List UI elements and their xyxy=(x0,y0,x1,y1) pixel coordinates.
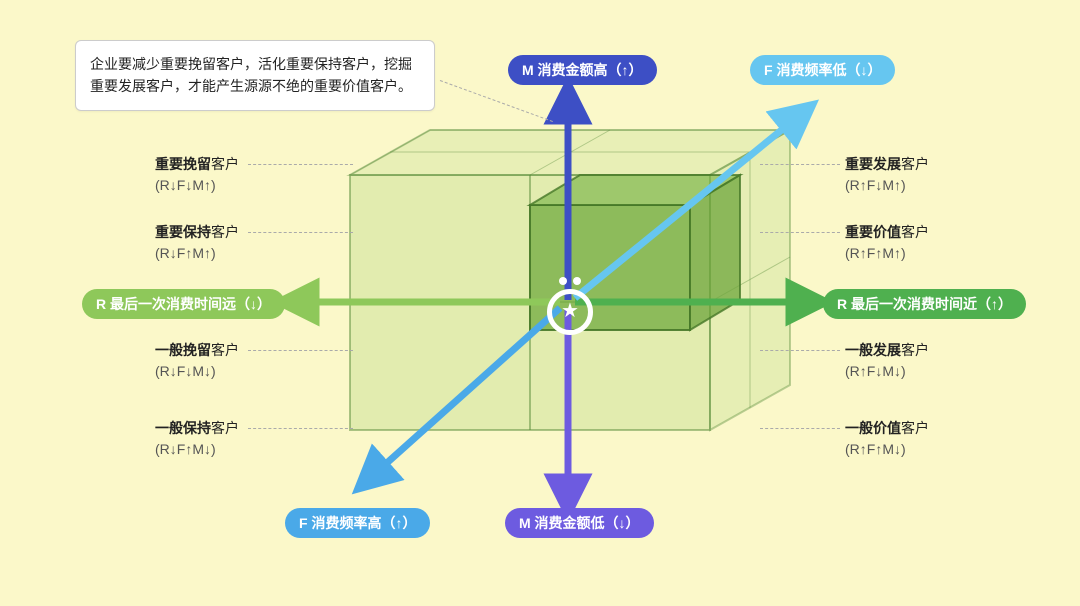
axis-pill-m-low: M 消费金额低（↓） xyxy=(505,508,654,538)
segment-left-1: 重要保持客户 (R↓F↑M↑) xyxy=(155,222,239,264)
leader-left-3 xyxy=(248,428,353,429)
callout-box: 企业要减少重要挽留客户，活化重要保持客户，挖掘重要发展客户，才能产生源源不绝的重… xyxy=(75,40,435,111)
segment-right-1: 重要价值客户 (R↑F↑M↑) xyxy=(845,222,929,264)
leader-left-0 xyxy=(248,164,353,165)
leader-right-0 xyxy=(760,164,840,165)
leader-left-1 xyxy=(248,232,353,233)
leader-right-2 xyxy=(760,350,840,351)
segment-left-2: 一般挽留客户 (R↓F↓M↓) xyxy=(155,340,239,382)
segment-left-3: 一般保持客户 (R↓F↑M↓) xyxy=(155,418,239,460)
segment-right-2: 一般发展客户 (R↑F↓M↓) xyxy=(845,340,929,382)
axis-pill-f-low: F 消费频率低（↓） xyxy=(750,55,895,85)
axis-pill-r-near: R 最后一次消费时间近（↑） xyxy=(823,289,1026,319)
axis-pill-m-high: M 消费金额高（↑） xyxy=(508,55,657,85)
leader-right-1 xyxy=(760,232,840,233)
center-badge-icon: ★ xyxy=(543,277,597,331)
segment-right-3: 一般价值客户 (R↑F↑M↓) xyxy=(845,418,929,460)
segment-right-0: 重要发展客户 (R↑F↓M↑) xyxy=(845,154,929,196)
axis-pill-f-high: F 消费频率高（↑） xyxy=(285,508,430,538)
leader-left-2 xyxy=(248,350,353,351)
leader-right-3 xyxy=(760,428,840,429)
segment-left-0: 重要挽留客户 (R↓F↓M↑) xyxy=(155,154,239,196)
callout-text: 企业要减少重要挽留客户，活化重要保持客户，挖掘重要发展客户，才能产生源源不绝的重… xyxy=(90,56,412,94)
axis-pill-r-far: R 最后一次消费时间远（↓） xyxy=(82,289,285,319)
